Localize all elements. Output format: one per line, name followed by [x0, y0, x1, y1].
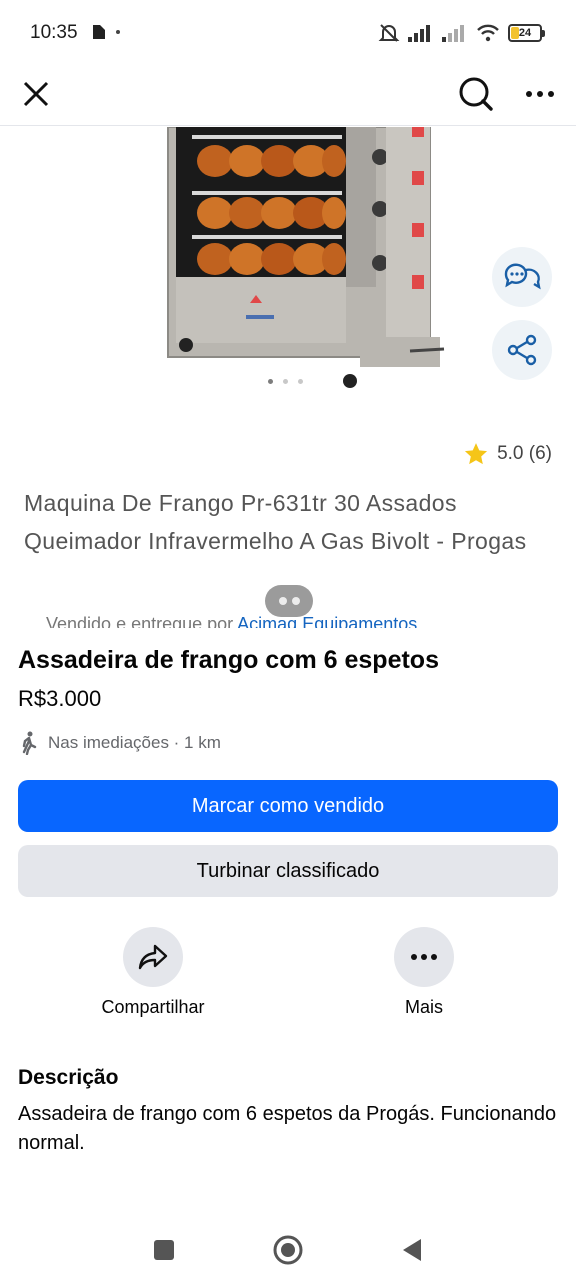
system-nav-bar: [0, 1210, 576, 1280]
carousel-dot: [298, 379, 303, 384]
signal-icon: [408, 25, 430, 42]
product-title: Maquina De Frango Pr-631tr 30 Assados Qu…: [24, 490, 527, 554]
description-text: Assadeira de frango com 6 espetos da Pro…: [18, 1103, 557, 1154]
carousel-dot: [268, 379, 273, 384]
status-bar: 10:35 24: [0, 0, 576, 66]
close-button[interactable]: [12, 70, 60, 118]
chat-bubbles-icon: [504, 263, 541, 290]
star-icon: [465, 443, 488, 465]
top-toolbar: [0, 66, 576, 126]
rotisserie-oven-image: [167, 127, 445, 388]
search-icon: [459, 77, 493, 111]
more-action[interactable]: Mais: [344, 927, 504, 1018]
status-time: 10:35: [30, 22, 78, 43]
battery-icon: 24: [508, 24, 545, 42]
share-label: Compartilhar: [101, 997, 205, 1017]
sold-by: Vendido e entregue por Acimaq Equipament…: [46, 614, 566, 628]
back-button[interactable]: [392, 1230, 432, 1270]
square-icon: [154, 1240, 174, 1260]
rating-value: 5.0 (6): [497, 443, 552, 464]
dot-icon: [116, 30, 120, 34]
chat-button[interactable]: [492, 247, 552, 307]
more-horizontal-icon: [411, 954, 437, 960]
more-label: Mais: [404, 997, 443, 1017]
back-triangle-icon: [403, 1239, 421, 1261]
listing-title: Assadeira de frango com 6 espetos: [18, 646, 439, 674]
more-horizontal-icon: [526, 91, 554, 97]
search-button[interactable]: [452, 70, 500, 118]
scroll-indicator: [265, 585, 313, 617]
product-rating: 5.0 (6): [463, 441, 552, 467]
share-arrow-icon: [138, 944, 168, 970]
description-heading: Descrição: [18, 1066, 119, 1089]
share-nodes-icon: [507, 334, 537, 366]
status-right-icons: 24: [378, 22, 545, 44]
mark-sold-button[interactable]: Marcar como vendido: [18, 780, 558, 832]
signal-weak-icon: [442, 25, 464, 42]
recents-button[interactable]: [144, 1230, 184, 1270]
more-circle-button[interactable]: [394, 927, 454, 987]
listing-location: Nas imediações · 1 km: [18, 731, 221, 755]
walking-person-icon: [22, 731, 37, 755]
close-icon: [23, 81, 49, 107]
status-notification-icons: [92, 24, 120, 40]
home-button[interactable]: [268, 1230, 308, 1270]
muted-bell-icon: [378, 24, 400, 42]
notification-app-icon: [93, 25, 105, 39]
share-action[interactable]: Compartilhar: [73, 927, 233, 1018]
more-options-button[interactable]: [516, 70, 564, 118]
wifi-icon: [477, 24, 499, 42]
home-circle-icon: [273, 1235, 303, 1265]
sold-by-prefix: Vendido e entregue por: [46, 614, 234, 628]
share-floating-button[interactable]: [492, 320, 552, 380]
carousel-dots: [268, 379, 303, 384]
listing-photo[interactable]: [0, 127, 576, 417]
boost-listing-button[interactable]: Turbinar classificado: [18, 845, 558, 897]
location-text: Nas imediações · 1 km: [48, 733, 221, 752]
battery-level: 24: [518, 27, 532, 39]
listing-price: R$3.000: [18, 686, 102, 711]
carousel-dot: [283, 379, 288, 384]
seller-link[interactable]: Acimaq Equipamentos: [237, 614, 417, 628]
share-circle-button[interactable]: [123, 927, 183, 987]
